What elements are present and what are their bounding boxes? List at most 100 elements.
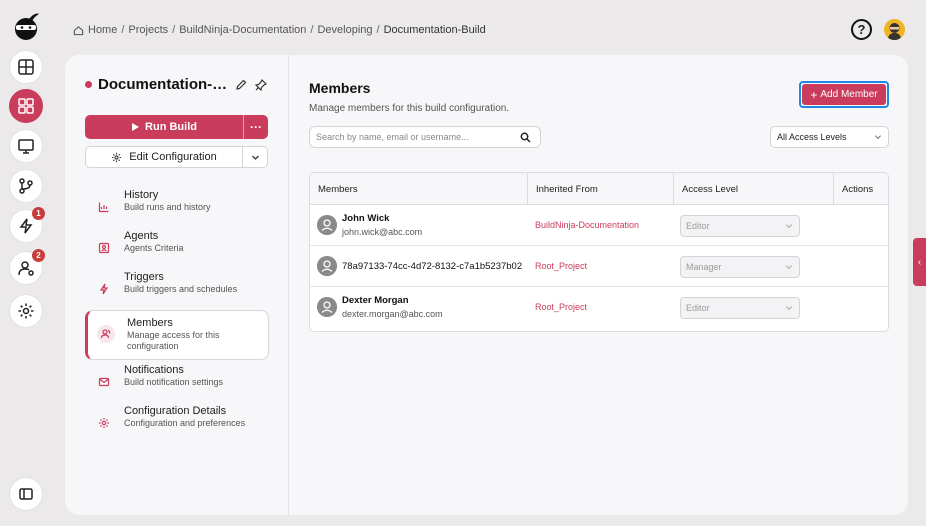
config-sidebar: Documentation-Build Run Build ··· Edit C… <box>65 55 289 515</box>
rail-users-button[interactable]: 2 <box>9 249 45 285</box>
rail-triggers-button[interactable]: 1 <box>9 207 45 243</box>
search-icon[interactable] <box>520 132 531 143</box>
nav-title: History <box>124 189 159 201</box>
nav-subtitle: Configuration and preferences <box>124 418 246 428</box>
monitor-icon <box>18 139 34 154</box>
column-header-actions: Actions <box>842 183 874 195</box>
breadcrumb: Home / Projects / BuildNinja-Documentati… <box>73 24 486 36</box>
config-header: Documentation-Build <box>85 76 230 93</box>
status-dot <box>85 81 92 88</box>
user-avatar-icon <box>317 297 337 317</box>
search-box <box>309 126 541 148</box>
help-button[interactable]: ? <box>851 19 872 40</box>
nav-item-triggers[interactable]: Triggers Build triggers and schedules <box>85 269 269 311</box>
rail-toggle-button[interactable] <box>9 477 43 511</box>
gear-icon <box>112 152 122 162</box>
gear-icon <box>18 303 34 319</box>
inherited-from-link[interactable]: Root_Project <box>535 302 587 312</box>
access-level-select: Editor <box>680 215 800 237</box>
chevron-left-icon: ‹ <box>917 256 922 268</box>
inherited-from-link[interactable]: Root_Project <box>535 261 587 271</box>
rail-monitor-button[interactable] <box>9 129 43 163</box>
breadcrumb-projects[interactable]: Projects <box>128 24 168 36</box>
access-level-filter[interactable]: All Access Levels <box>770 126 889 148</box>
breadcrumb-current: Documentation-Build <box>383 24 486 36</box>
edit-configuration-split-button: Edit Configuration <box>85 146 268 168</box>
chevron-down-icon <box>785 306 793 311</box>
chevron-down-icon <box>785 224 793 229</box>
breadcrumb-subproject[interactable]: Developing <box>317 24 372 36</box>
mail-icon <box>95 373 113 391</box>
sidebar-toggle-icon <box>19 488 33 500</box>
column-header-access: Access Level <box>674 173 834 205</box>
member-email: john.wick@abc.com <box>342 227 423 237</box>
pin-icon[interactable] <box>255 79 267 91</box>
plus-icon: + <box>810 87 818 102</box>
chart-icon <box>95 198 113 216</box>
inherited-from-link[interactable]: BuildNinja-Documentation <box>535 220 639 230</box>
access-level-value: Editor <box>686 303 710 313</box>
run-build-label: Run Build <box>145 121 197 133</box>
table-row: Dexter Morgan dexter.morgan@abc.com Root… <box>310 287 888 328</box>
access-level-select: Manager <box>680 256 800 278</box>
nav-title: Triggers <box>124 271 164 283</box>
home-icon <box>73 25 84 35</box>
triggers-badge: 1 <box>32 207 45 220</box>
nav-title: Members <box>127 317 173 329</box>
edit-configuration-label: Edit Configuration <box>129 151 217 163</box>
access-level-select: Editor <box>680 297 800 319</box>
breadcrumb-separator: / <box>121 24 125 36</box>
add-member-button[interactable]: + Add Member <box>799 81 889 108</box>
run-build-button[interactable]: Run Build <box>85 115 244 139</box>
breadcrumb-project[interactable]: BuildNinja-Documentation <box>179 24 306 36</box>
edit-options-button[interactable] <box>243 147 267 167</box>
lightning-icon <box>19 218 33 234</box>
breadcrumb-home[interactable]: Home <box>88 24 117 36</box>
left-rail: 1 2 <box>0 0 52 526</box>
user-avatar[interactable] <box>884 19 905 40</box>
access-filter-value: All Access Levels <box>777 132 847 142</box>
access-level-value: Editor <box>686 221 710 231</box>
ninja-logo-icon[interactable] <box>11 10 41 42</box>
member-name: Dexter Morgan <box>342 295 409 306</box>
page-subtitle: Manage members for this build configurat… <box>309 103 510 114</box>
member-name: John Wick <box>342 213 390 224</box>
git-branch-icon <box>19 178 33 194</box>
config-title: Documentation-Build <box>98 76 230 93</box>
member-email: dexter.morgan@abc.com <box>342 309 443 319</box>
members-content: Members Manage members for this build co… <box>309 55 889 515</box>
rail-projects-button[interactable] <box>9 89 43 123</box>
main-card: Documentation-Build Run Build ··· Edit C… <box>65 55 908 515</box>
members-icon <box>97 325 115 343</box>
nav-subtitle: Build notification settings <box>124 377 224 387</box>
collapse-panel-tab[interactable]: ‹ <box>913 238 926 286</box>
rail-dashboard-button[interactable] <box>9 50 43 84</box>
user-avatar-icon <box>317 256 337 276</box>
nav-item-notifications[interactable]: Notifications Build notification setting… <box>85 362 269 404</box>
breadcrumb-separator: / <box>172 24 176 36</box>
nav-title: Notifications <box>124 364 184 376</box>
nav-subtitle: Agents Criteria <box>124 243 184 253</box>
nav-subtitle: Build runs and history <box>124 202 211 212</box>
nav-item-members[interactable]: Members Manage access for this configura… <box>85 310 269 360</box>
rail-vcs-button[interactable] <box>9 169 43 203</box>
avatar-icon <box>888 23 901 40</box>
nav-subtitle: Build triggers and schedules <box>124 284 238 294</box>
page-title: Members <box>309 80 371 96</box>
rail-settings-button[interactable] <box>9 294 43 328</box>
breadcrumb-separator: / <box>376 24 380 36</box>
nav-item-configuration-details[interactable]: Configuration Details Configuration and … <box>85 403 269 445</box>
table-header: Members Inherited From Access Level Acti… <box>310 173 888 205</box>
table-row: 78a97133-74cc-4d72-8132-c7a1b5237b02 Roo… <box>310 246 888 287</box>
column-header-members: Members <box>310 173 528 205</box>
users-badge: 2 <box>32 249 45 262</box>
edit-configuration-button[interactable]: Edit Configuration <box>86 147 243 167</box>
table-row: John Wick john.wick@abc.com BuildNinja-D… <box>310 205 888 246</box>
access-level-value: Manager <box>686 262 722 272</box>
agent-icon <box>95 239 113 257</box>
nav-item-history[interactable]: History Build runs and history <box>85 187 269 229</box>
search-input[interactable] <box>316 130 516 144</box>
run-options-button[interactable]: ··· <box>244 115 268 139</box>
nav-item-agents[interactable]: Agents Agents Criteria <box>85 228 269 270</box>
edit-pencil-icon[interactable] <box>235 79 247 91</box>
